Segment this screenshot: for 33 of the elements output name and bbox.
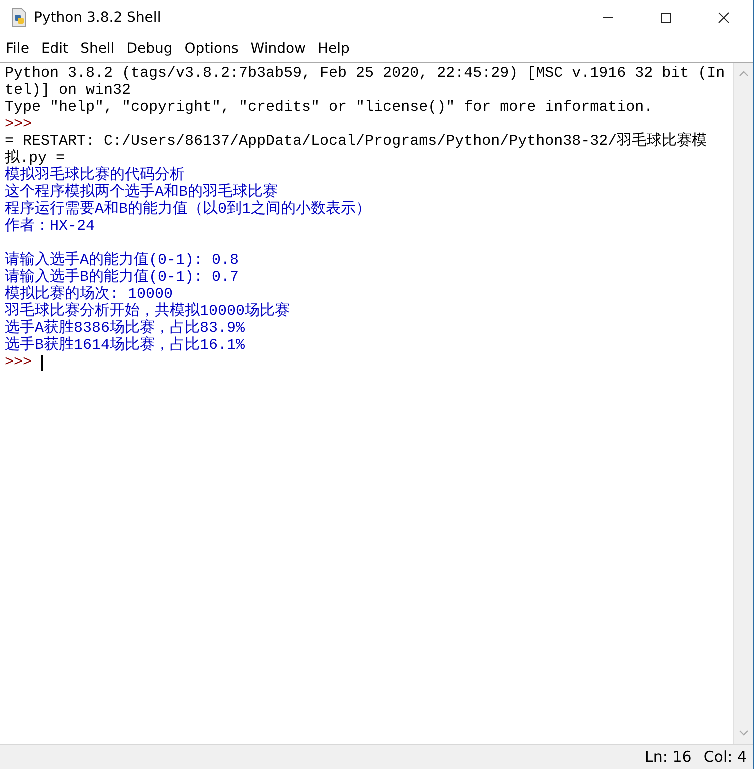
shell-output-line: 拟.py = — [5, 150, 66, 167]
program-output-line: 模拟羽毛球比赛的代码分析 — [5, 167, 186, 184]
program-output-line: 羽毛球比赛分析开始，共模拟10000场比赛 — [5, 303, 292, 320]
prompt: >>> — [5, 116, 32, 133]
python-file-icon — [10, 8, 28, 28]
program-output-line: 请输入选手A的能力值(0-1): 0.8 — [5, 252, 240, 269]
shell-output-line: tel)] on win32 — [5, 82, 132, 99]
program-output-line: 模拟比赛的场次: 10000 — [5, 286, 174, 303]
program-output-line: 作者：HX-24 — [5, 218, 96, 235]
column-number-status: Col: 4 — [704, 748, 747, 766]
menu-item[interactable]: Edit — [35, 41, 75, 57]
program-output-line: 这个程序模拟两个选手A和B的羽毛球比赛 — [5, 184, 280, 201]
menu-item[interactable]: Shell — [74, 41, 121, 57]
line-number-status: Ln: 16 — [645, 748, 692, 766]
vertical-scrollbar[interactable] — [733, 63, 753, 744]
shell-output-line: Python 3.8.2 (tags/v3.8.2:7b3ab59, Feb 25 2020, 22:45:29) [MSC v.1916 32 bit (In — [5, 65, 726, 82]
program-output-line: 程序运行需要A和B的能力值（以0到1之间的小数表示） — [5, 201, 372, 218]
program-output-line: 请输入选手B的能力值(0-1): 0.7 — [5, 269, 240, 286]
program-output-line: 选手B获胜1614场比赛，占比16.1% — [5, 337, 246, 354]
window-title: Python 3.8.2 Shell — [34, 10, 162, 26]
menu-item[interactable]: Options — [178, 41, 245, 57]
prompt: >>> — [5, 354, 32, 371]
program-output-line: 选手A获胜8386场比赛，占比83.9% — [5, 320, 246, 337]
menu-item[interactable]: File — [0, 41, 36, 57]
maximize-icon — [660, 12, 672, 24]
scroll-down-icon[interactable] — [738, 730, 748, 736]
shell-output-line: Type "help", "copyright", "credits" or "license()" for more information. — [5, 99, 654, 116]
menu-item[interactable]: Help — [312, 41, 356, 57]
close-icon — [718, 12, 730, 24]
menu-item[interactable]: Debug — [120, 41, 179, 57]
menu-item[interactable]: Window — [244, 41, 312, 57]
shell-output-line: = RESTART: C:/Users/86137/AppData/Local/Programs/Python/Python38-32/羽毛球比赛模 — [5, 133, 708, 150]
scroll-up-icon[interactable] — [738, 71, 748, 77]
